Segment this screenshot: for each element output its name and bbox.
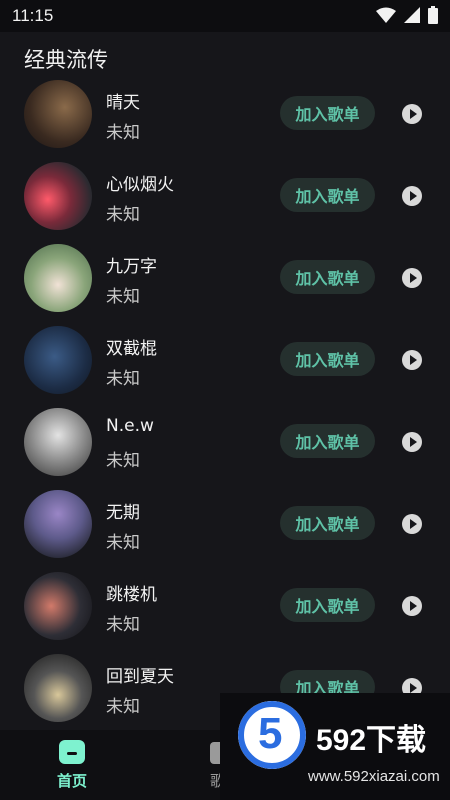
song-title: 心似烟火 <box>106 175 174 195</box>
song-title: 回到夏天 <box>106 667 174 687</box>
add-to-playlist-button[interactable]: 加入歌单 <box>280 588 375 622</box>
section-title: 经典流传 <box>24 48 108 72</box>
add-to-playlist-button[interactable]: 加入歌单 <box>280 424 375 458</box>
song-title: 晴天 <box>106 93 140 113</box>
watermark-url: www.592xiazai.com <box>308 768 440 785</box>
song-row[interactable]: 双截棍 未知 加入歌单 <box>0 318 450 400</box>
song-title: 双截棍 <box>106 339 157 359</box>
song-artist: 未知 <box>106 205 140 225</box>
tab-home-label: 首页 <box>56 772 87 790</box>
song-title: 无期 <box>106 503 140 523</box>
song-cover <box>24 162 92 230</box>
song-artist: 未知 <box>106 697 140 717</box>
play-icon[interactable] <box>402 268 422 288</box>
song-row[interactable]: 跳楼机 未知 加入歌单 <box>0 564 450 646</box>
watermark-logo-icon: 5 <box>238 701 306 769</box>
song-title: 跳楼机 <box>106 585 157 605</box>
signal-icon <box>404 7 420 23</box>
add-to-playlist-button[interactable]: 加入歌单 <box>280 260 375 294</box>
song-row[interactable]: 心似烟火 未知 加入歌单 <box>0 154 450 236</box>
watermark: 5 592下载 www.592xiazai.com <box>220 693 450 800</box>
play-icon[interactable] <box>402 186 422 206</box>
status-icons <box>376 6 438 24</box>
song-artist: 未知 <box>106 369 140 389</box>
song-cover <box>24 244 92 312</box>
play-icon[interactable] <box>402 514 422 534</box>
add-to-playlist-button[interactable]: 加入歌单 <box>280 178 375 212</box>
add-to-playlist-button[interactable]: 加入歌单 <box>280 96 375 130</box>
song-artist: 未知 <box>106 451 140 471</box>
song-row[interactable]: 九万字 未知 加入歌单 <box>0 236 450 318</box>
song-artist: 未知 <box>106 533 140 553</box>
play-icon[interactable] <box>402 596 422 616</box>
add-to-playlist-button[interactable]: 加入歌单 <box>280 506 375 540</box>
play-icon[interactable] <box>402 104 422 124</box>
add-to-playlist-button[interactable]: 加入歌单 <box>280 342 375 376</box>
song-cover <box>24 326 92 394</box>
song-cover <box>24 572 92 640</box>
status-time: 11:15 <box>12 6 54 25</box>
home-icon <box>59 740 85 764</box>
song-artist: 未知 <box>106 123 140 143</box>
song-title: 九万字 <box>106 257 157 277</box>
play-icon[interactable] <box>402 432 422 452</box>
song-cover <box>24 80 92 148</box>
battery-icon <box>428 6 438 24</box>
song-row[interactable]: 晴天 未知 加入歌单 <box>0 72 450 154</box>
song-row[interactable]: 无期 未知 加入歌单 <box>0 482 450 564</box>
song-cover <box>24 654 92 722</box>
song-cover <box>24 490 92 558</box>
song-artist: 未知 <box>106 287 140 307</box>
song-artist: 未知 <box>106 615 140 635</box>
wifi-icon <box>376 7 396 23</box>
song-row[interactable]: N.e.w 未知 加入歌单 <box>0 400 450 482</box>
song-title: N.e.w <box>106 416 154 436</box>
song-cover <box>24 408 92 476</box>
status-bar: 11:15 <box>0 0 450 32</box>
tab-home[interactable]: 首页 <box>42 740 102 791</box>
watermark-brand: 592下载 <box>316 724 427 757</box>
play-icon[interactable] <box>402 350 422 370</box>
watermark-badge-number: 5 <box>258 709 283 758</box>
